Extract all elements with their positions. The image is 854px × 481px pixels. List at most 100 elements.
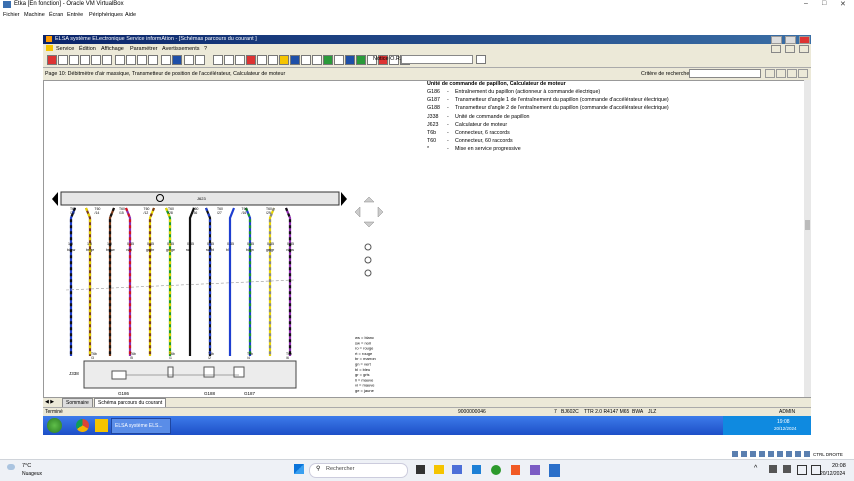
doc-minimize-icon[interactable] [771,45,781,53]
explorer-icon[interactable] [95,419,108,432]
weather-icon[interactable] [7,464,15,470]
elsa-menu-parametrer[interactable]: Paramétrer [130,46,158,52]
toolbar-edit-icon[interactable] [80,55,90,65]
close-icon[interactable]: ✕ [840,0,846,8]
toolbar-help-icon[interactable] [184,55,194,65]
toolbar-prev-icon[interactable] [126,55,136,65]
toolbar-doc5-icon[interactable] [268,55,278,65]
scroll-thumb[interactable] [805,220,810,230]
tab-nav-icon[interactable]: ◀ ▶ [45,399,54,405]
zoom-out-icon[interactable] [364,269,372,277]
zoom-in-icon[interactable] [364,243,372,251]
toolbar-print-icon[interactable] [58,55,68,65]
vbox-net-icon[interactable] [750,451,756,457]
app-icon[interactable] [530,465,540,475]
toolbar-warning-icon[interactable] [279,55,289,65]
toolbar-circle-icon[interactable] [290,55,300,65]
elsa-menu-help[interactable]: ? [204,46,207,52]
vbox-share-icon[interactable] [768,451,774,457]
guest-start-icon[interactable] [47,418,62,433]
scroll-right-arrow-icon[interactable] [341,192,347,206]
toolbar-back-icon[interactable] [161,55,171,65]
toolbar-info-icon[interactable] [172,55,182,65]
toolbar-home-icon[interactable] [47,55,57,65]
pan-right-icon[interactable] [377,206,384,218]
toolbar-car-icon[interactable] [301,55,311,65]
maximize-icon[interactable]: □ [822,0,826,7]
vbox-menu-peripheriques[interactable]: Périphériques [89,12,123,18]
tray-chevron-icon[interactable]: ^ [754,465,757,472]
vbox-menu-entree[interactable]: Entrée [67,12,83,18]
search-prev-icon[interactable] [765,69,775,78]
vbox-mouse-icon[interactable] [804,451,810,457]
vertical-scrollbar[interactable] [804,80,811,397]
xbox-icon[interactable] [491,465,501,475]
toolbar-wrench-icon[interactable] [334,55,344,65]
elsa-menu-affichage[interactable]: Affichage [101,46,124,52]
virtualbox-icon[interactable] [549,464,560,477]
notice-go-button[interactable] [476,55,486,64]
vbox-cpu-icon[interactable] [795,451,801,457]
file-explorer-icon[interactable] [434,465,444,474]
toolbar-tool-icon[interactable] [312,55,322,65]
search-criteria-select[interactable] [689,69,761,78]
tray-app2-icon[interactable] [783,465,791,473]
tray-app1-icon[interactable] [769,465,777,473]
vbox-usb-icon[interactable] [759,451,765,457]
vbox-rec-icon[interactable] [786,451,792,457]
chrome-icon[interactable] [76,419,89,432]
toolbar-doc1-icon[interactable] [213,55,223,65]
elsa-menu-edition[interactable]: Édition [79,46,96,52]
elsa-menu-avertissements[interactable]: Avertissements [162,46,200,52]
toolbar-leaf-icon[interactable] [356,55,366,65]
scroll-left-arrow-icon[interactable] [52,192,58,206]
toolbar-doc2-icon[interactable] [224,55,234,65]
pan-down-icon[interactable] [363,221,375,228]
toolbar-doc3-icon[interactable] [235,55,245,65]
vbox-cd-icon[interactable] [741,451,747,457]
windows-start-icon[interactable] [294,464,304,474]
toolbar-stop-icon[interactable] [246,55,256,65]
doc-close-icon[interactable] [799,45,809,53]
pan-control[interactable] [354,196,384,228]
toolbar-copy-icon[interactable] [69,55,79,65]
vbox-hdd-icon[interactable] [732,451,738,457]
toolbar-flag-icon[interactable] [195,55,205,65]
vbox-menu-machine[interactable]: Machine [24,12,45,18]
store-icon[interactable] [452,465,462,474]
schematic-viewer[interactable]: Unité de commande de papillon, Calculate… [43,80,808,399]
zoom-fit-icon[interactable] [364,256,372,264]
pan-up-icon[interactable] [363,196,375,203]
toolbar-first-icon[interactable] [115,55,125,65]
brave-icon[interactable] [511,465,520,475]
toolbar-next-icon[interactable] [137,55,147,65]
search-end-icon[interactable] [798,69,808,78]
vbox-logo-icon [3,1,11,8]
taskbar-search-box[interactable] [309,463,408,478]
wifi-icon[interactable] [797,465,807,475]
search-next-icon[interactable] [776,69,786,78]
elsa-restore-icon[interactable] [785,36,796,44]
toolbar-doc4-icon[interactable] [257,55,267,65]
vbox-display-icon[interactable] [777,451,783,457]
vbox-menu-fichier[interactable]: Fichier [3,12,20,18]
taskbar-elsa-item[interactable]: ELSA système ELS... [111,418,171,434]
elsa-minimize-icon[interactable] [771,36,782,44]
notice-input[interactable] [401,55,473,64]
toolbar-notes-icon[interactable] [91,55,101,65]
pan-left-icon[interactable] [354,206,361,218]
toolbar-last-icon[interactable] [148,55,158,65]
elsa-close-icon[interactable] [799,36,810,44]
minimize-icon[interactable]: – [804,0,808,7]
vbox-menu-aide[interactable]: Aide [125,12,136,18]
toolbar-green-icon[interactable] [323,55,333,65]
vbox-menu-ecran[interactable]: Écran [49,12,63,18]
doc-restore-icon[interactable] [785,45,795,53]
taskbar-search-placeholder: Rechercher [326,466,355,472]
task-view-icon[interactable] [416,465,425,474]
toolbar-glasses-icon[interactable] [102,55,112,65]
toolbar-globe-icon[interactable] [345,55,355,65]
mail-icon[interactable] [472,465,481,474]
search-last-icon[interactable] [787,69,797,78]
elsa-menu-service[interactable]: Service [56,46,74,52]
